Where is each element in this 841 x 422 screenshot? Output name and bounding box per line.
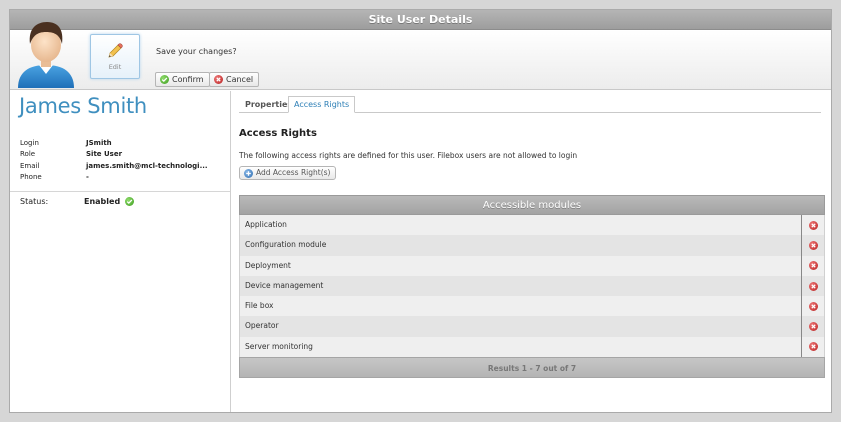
site-user-details-window: Site User Details Edit Save your changes…: [9, 9, 832, 413]
delete-icon: [808, 342, 818, 352]
delete-module-button[interactable]: [801, 255, 824, 276]
edit-button[interactable]: Edit: [90, 34, 140, 79]
table-row[interactable]: Application: [239, 215, 825, 236]
status-text: Enabled: [84, 197, 121, 206]
table-row[interactable]: Deployment: [239, 255, 825, 276]
save-changes-prompt: Save your changes?: [156, 47, 237, 56]
module-name: Application: [245, 220, 287, 229]
table-row[interactable]: Device management: [239, 275, 825, 297]
delete-icon: [808, 220, 818, 230]
status-label: Status:: [20, 197, 49, 206]
delete-icon: [808, 261, 818, 271]
login-value: JSmith: [86, 139, 112, 147]
module-name: File box: [245, 301, 274, 311]
access-rights-description: The following access rights are defined …: [239, 151, 578, 160]
role-label: Role: [20, 150, 36, 158]
grid-body: Application Configuration module Deploymen…: [239, 215, 825, 358]
phone-label: Phone: [20, 173, 42, 181]
user-name-heading: James Smith: [19, 94, 147, 118]
user-summary-panel: James Smith Login JSmith Role Site User …: [10, 91, 231, 412]
pencil-icon: [106, 42, 124, 60]
cancel-button[interactable]: Cancel: [209, 72, 260, 87]
module-name: Deployment: [245, 260, 291, 270]
login-label: Login: [20, 139, 39, 147]
accessible-modules-grid: Accessible modules Application Configurat…: [239, 195, 825, 379]
delete-icon: [808, 322, 818, 332]
module-name: Operator: [245, 321, 279, 331]
grid-header: Accessible modules: [239, 195, 825, 215]
table-row[interactable]: Operator: [239, 316, 825, 337]
module-name: Configuration module: [245, 240, 327, 250]
module-name: Device management: [245, 280, 324, 290]
edit-label: Edit: [108, 63, 122, 71]
toolbar: Edit Save your changes? Confirm Cancel: [10, 22, 831, 90]
check-icon: [160, 75, 169, 84]
delete-icon: [808, 301, 818, 311]
confirm-label: Confirm: [172, 75, 204, 84]
confirm-button[interactable]: Confirm: [155, 72, 210, 87]
delete-module-button[interactable]: [801, 316, 824, 337]
add-access-right-label: Add Access Right(s): [256, 168, 331, 177]
tab-bar: Properties Access Rights: [239, 94, 821, 113]
delete-module-button[interactable]: [801, 296, 824, 317]
module-name: Server monitoring: [245, 341, 313, 351]
delete-module-button[interactable]: [801, 275, 824, 297]
delete-module-button[interactable]: [801, 336, 824, 358]
delete-icon: [808, 240, 818, 250]
delete-module-button[interactable]: [801, 215, 824, 236]
email-value: james.smith@mcl-technologi...: [86, 162, 208, 170]
email-label: Email: [20, 162, 40, 170]
delete-icon: [808, 281, 818, 291]
divider: [10, 191, 230, 192]
delete-module-button[interactable]: [801, 235, 824, 256]
cancel-label: Cancel: [226, 75, 254, 84]
table-row[interactable]: Server monitoring: [239, 336, 825, 358]
user-avatar-icon: [15, 16, 77, 88]
add-access-right-button[interactable]: Add Access Right(s): [239, 166, 337, 180]
phone-value: -: [86, 173, 89, 181]
table-row[interactable]: File box: [239, 296, 825, 317]
status-value: Enabled: [84, 197, 135, 206]
cancel-icon: [214, 75, 223, 84]
details-panel: Properties Access Rights Access Rights T…: [239, 91, 825, 412]
window-title: Site User Details: [10, 10, 831, 30]
access-rights-heading: Access Rights: [239, 128, 317, 139]
table-row[interactable]: Configuration module: [239, 235, 825, 256]
tab-access-rights[interactable]: Access Rights: [288, 96, 356, 113]
grid-footer: Results 1 - 7 out of 7: [239, 357, 825, 379]
enabled-check-icon: [125, 197, 135, 206]
plus-icon: [244, 168, 253, 178]
role-value: Site User: [86, 150, 123, 158]
